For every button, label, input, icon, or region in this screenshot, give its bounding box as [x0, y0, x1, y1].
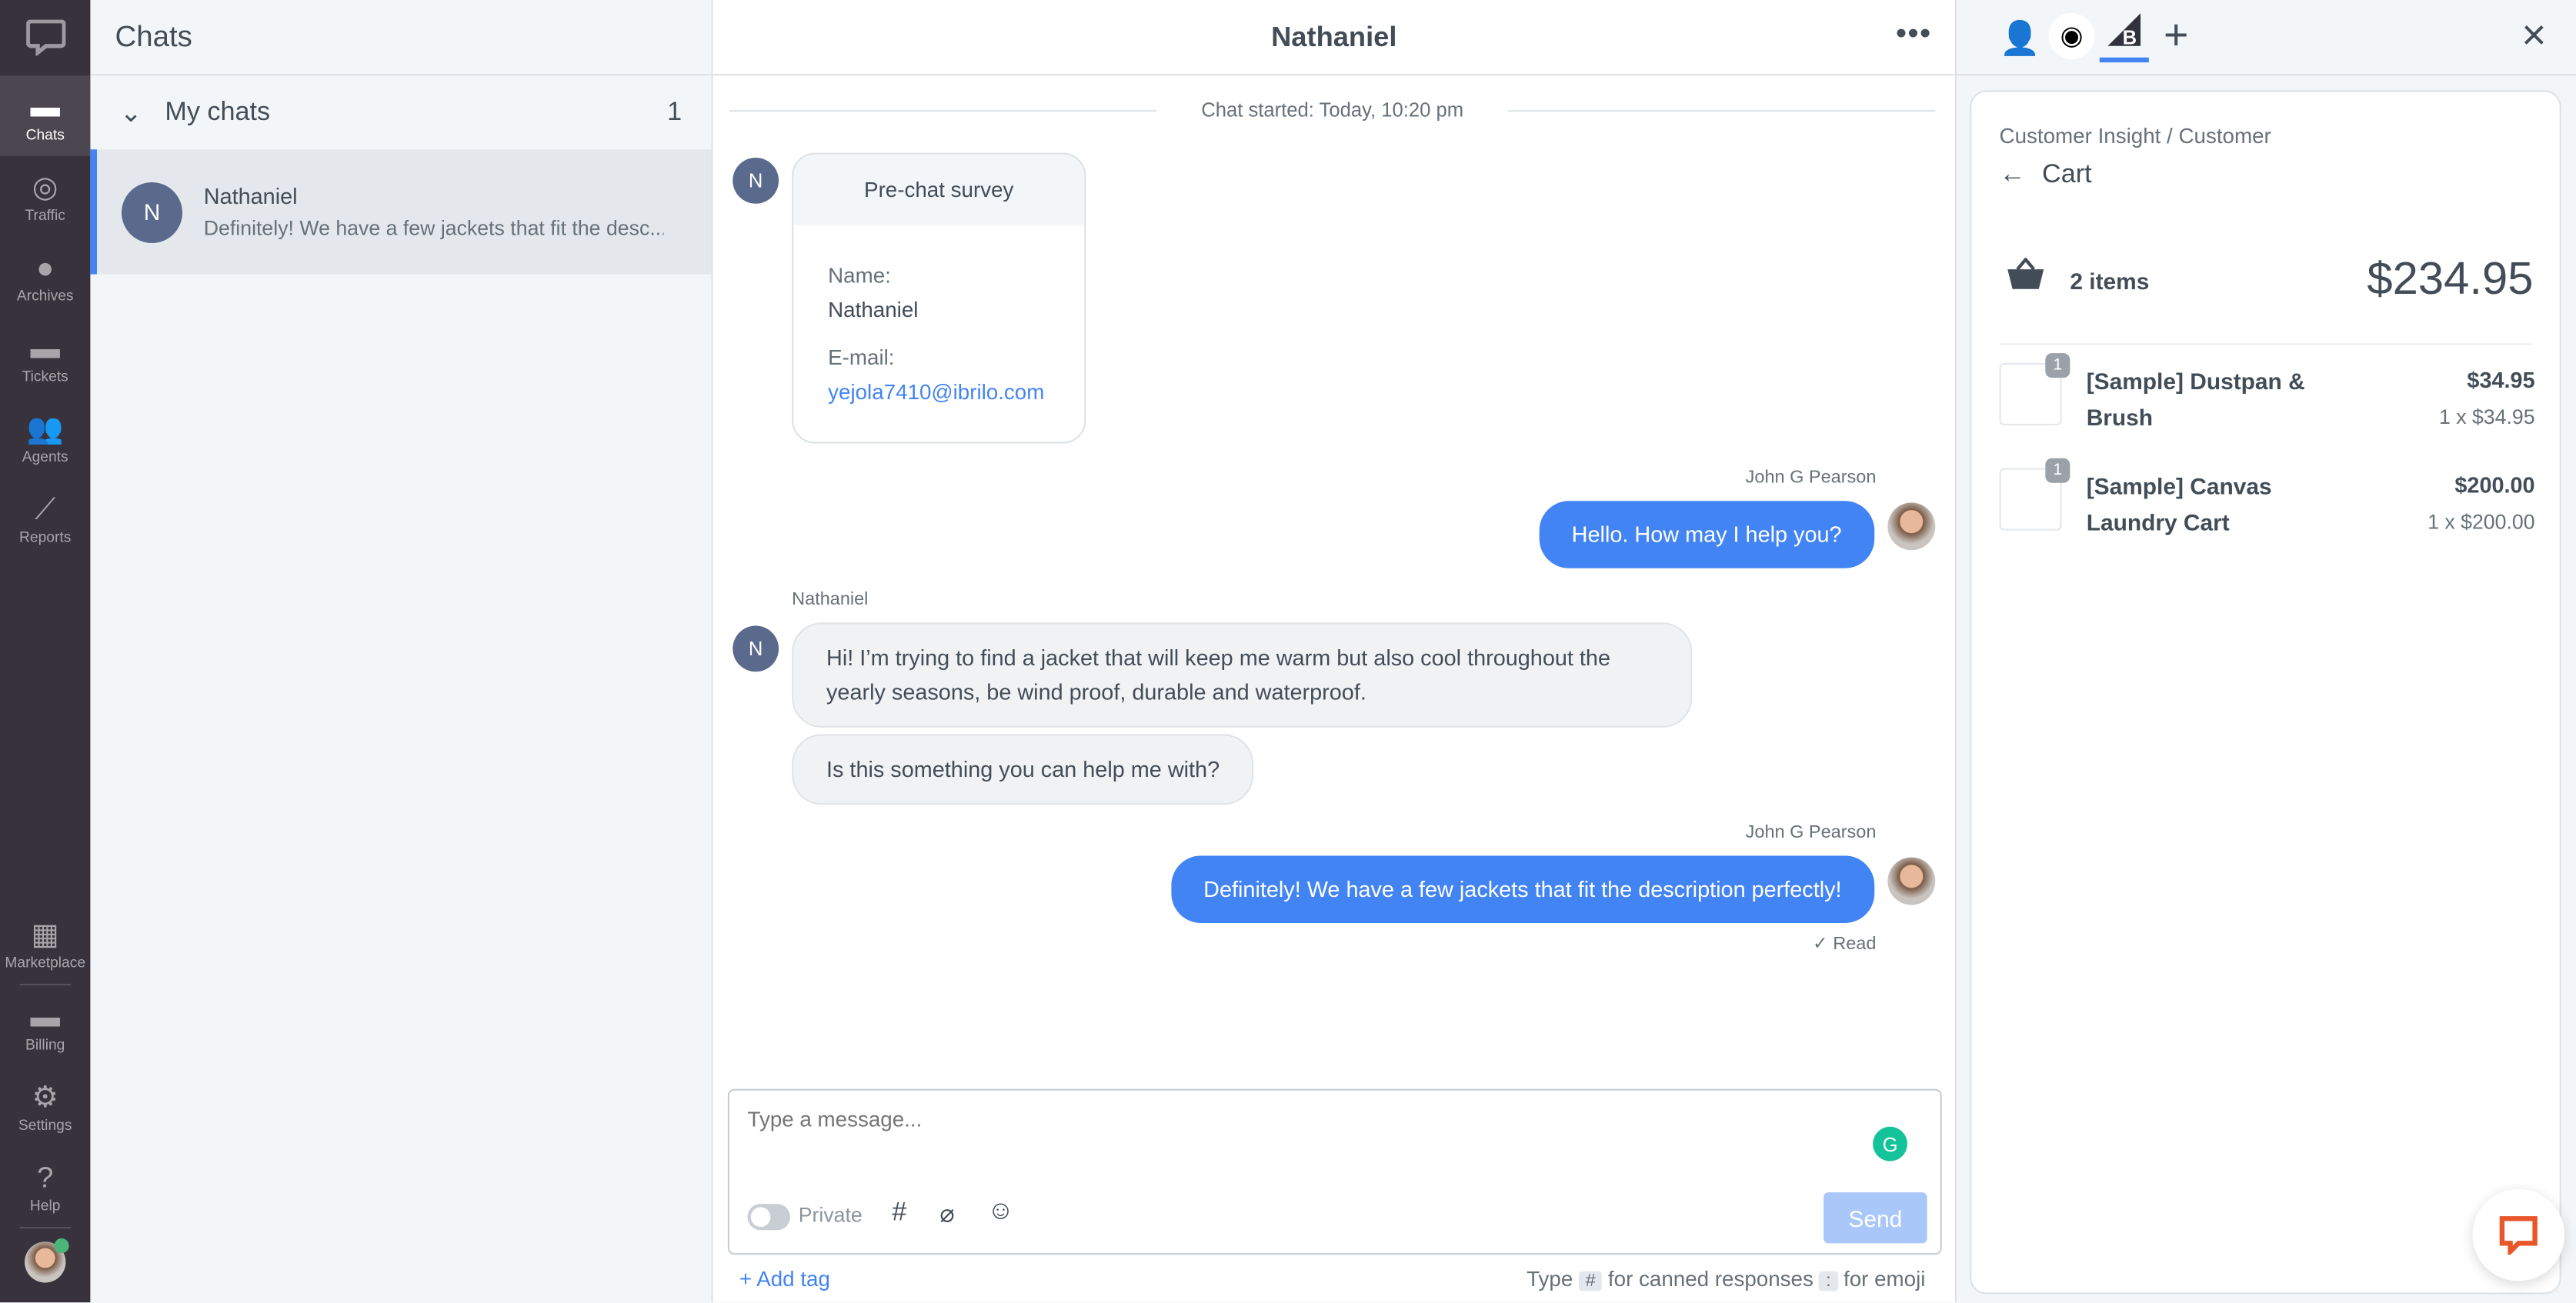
help-icon: ? [37, 1160, 54, 1194]
user-avatar[interactable] [25, 1238, 69, 1283]
group-count: 1 [667, 98, 682, 126]
message-bubble: Hi! I’m trying to find a jacket that wil… [792, 622, 1693, 728]
nav-traffic[interactable]: ◎ Traffic [0, 156, 90, 237]
customer-sidebar: 👤 ◉ B + × Customer Insight / Customer ← C… [1957, 0, 2576, 1303]
read-receipt: ✓ Read [1813, 934, 1877, 955]
main-nav: ▬ Chats ◎ Traffic ● Archives ▬ Tickets 👥 Agen… [0, 0, 91, 1303]
cart-product[interactable]: 1 [Sample] Dustpan & Brush $34.95 1 x $34… [1999, 353, 2535, 435]
chat-widget-button[interactable] [2472, 1188, 2565, 1281]
arrow-left-icon: ← [1999, 161, 2026, 189]
nav-marketplace[interactable]: ▦ Marketplace [0, 903, 90, 984]
message-bubble: Is this something you can help me with? [792, 734, 1254, 805]
nav-chats[interactable]: ▬ Chats [0, 75, 91, 156]
cart-back[interactable]: ← Cart [2000, 161, 2092, 190]
pre-chat-survey: Pre-chat survey Name: Nathaniel E-mail: yej… [792, 152, 1086, 444]
chat-preview: Definitely! We have a few jackets that f… [203, 216, 664, 240]
agents-icon: 👥 [26, 411, 64, 445]
traffic-icon: ◎ [32, 169, 58, 203]
cart-product[interactable]: 1 [Sample] Canvas Laundry Cart $200.00 1 … [1999, 458, 2535, 541]
product-image: 1 [1999, 353, 2070, 426]
chat-name: Nathaniel [203, 184, 298, 209]
online-status-dot [54, 1238, 69, 1254]
ticket-icon: ▬ [30, 331, 60, 364]
svg-text:B: B [2123, 28, 2137, 49]
chat-bubble-icon [2499, 1216, 2538, 1255]
chevron-down-icon: ⌄ [119, 99, 142, 128]
nav-agents[interactable]: 👥 Agents [0, 398, 90, 478]
add-app-icon[interactable]: + [2164, 10, 2188, 59]
message-input[interactable] [747, 1107, 1832, 1132]
avatar: N [732, 157, 779, 204]
chart-line-icon: ⟋ [35, 492, 56, 525]
message-composer: G Private # ⌀ ☺ Send [727, 1088, 1942, 1255]
customer-tab-icon[interactable]: 👤 [2000, 18, 2040, 58]
avatar: N [732, 625, 779, 672]
nav-settings[interactable]: ⚙ Settings [0, 1066, 90, 1147]
more-icon[interactable]: ••• [1896, 16, 1932, 51]
email-link[interactable]: yejola7410@ibrilo.com [828, 375, 1049, 409]
private-toggle[interactable] [747, 1204, 791, 1231]
clock-icon: ● [36, 250, 55, 284]
nav-reports[interactable]: ⟋ Reports [0, 478, 90, 558]
bigcommerce-tab[interactable]: B [2099, 13, 2149, 63]
shortcut-hint: Type # for canned responses : for emoji [1527, 1266, 1926, 1291]
send-button[interactable]: Send [1824, 1192, 1927, 1244]
hash-icon[interactable]: # [892, 1199, 906, 1228]
chat-started: Chat started: Today, 10:20 pm [729, 98, 1936, 122]
card-icon: ▬ [30, 999, 60, 1032]
my-chats-group[interactable]: ⌄ My chats 1 [90, 75, 711, 149]
grid-icon: ▦ [31, 917, 59, 951]
nav-help[interactable]: ? Help [0, 1146, 90, 1227]
chat-list-item[interactable]: N Nathaniel Definitely! We have a few jac… [90, 149, 712, 275]
nav-billing[interactable]: ▬ Billing [0, 985, 90, 1066]
grammarly-icon[interactable]: G [1873, 1126, 1907, 1161]
chat-list-title: Chats [90, 0, 712, 76]
message-bubble: Hello. How may I help you? [1538, 501, 1875, 568]
add-tag-link[interactable]: + Add tag [739, 1266, 830, 1291]
emoji-icon[interactable]: ☺ [987, 1198, 1014, 1227]
chats-icon: ▬ [30, 89, 60, 123]
cart-card: Customer Insight / Customer ← Cart 2 item… [1970, 90, 2561, 1295]
chat-panel: Nathaniel ••• Chat started: Today, 10:20 … [712, 0, 1957, 1303]
nav-archives[interactable]: ● Archives [0, 236, 90, 317]
basket-icon [2006, 257, 2045, 301]
message-bubble: Definitely! We have a few jackets that f… [1170, 855, 1875, 923]
avatar: N [122, 181, 183, 242]
close-icon[interactable]: × [2521, 10, 2546, 59]
nav-tickets[interactable]: ▬ Tickets [0, 317, 90, 398]
attachment-icon[interactable]: ⌀ [939, 1199, 954, 1228]
product-image: 1 [1999, 458, 2070, 531]
chat-title: Nathaniel [1271, 20, 1397, 52]
bigcommerce-icon: B [2107, 13, 2141, 49]
eye-icon[interactable]: ◉ [2048, 13, 2095, 59]
items-count: 2 items [2070, 268, 2150, 295]
divider [1999, 343, 2532, 345]
cart-total: $234.95 [2367, 252, 2534, 305]
breadcrumb: Customer Insight / Customer [1999, 123, 2271, 148]
agent-avatar [1887, 502, 1936, 551]
app-logo[interactable] [0, 0, 90, 75]
agent-avatar [1887, 857, 1936, 905]
gear-icon: ⚙ [32, 1079, 58, 1113]
chat-list-panel: Chats ⌄ My chats 1 N Nathaniel Definitely! … [90, 0, 713, 1303]
